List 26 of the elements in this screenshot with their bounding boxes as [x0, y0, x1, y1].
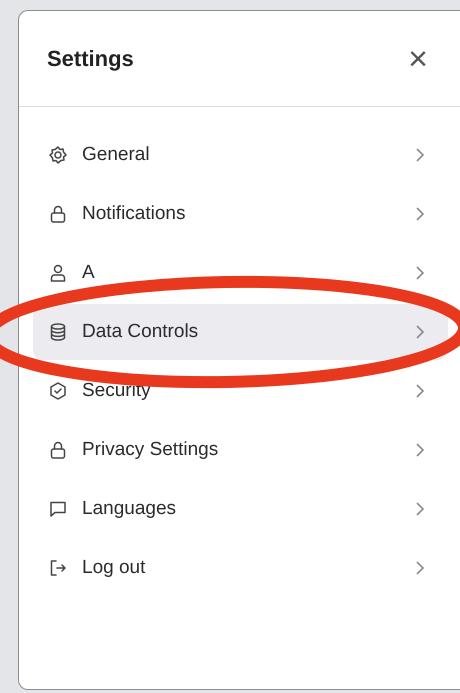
menu-item[interactable]: Security — [33, 363, 448, 419]
gear-icon — [48, 145, 68, 165]
database-icon — [48, 322, 68, 342]
menu-item[interactable]: Privacy Settings — [33, 422, 448, 478]
chevron-right-icon — [414, 323, 426, 341]
chevron-right-icon — [414, 146, 426, 164]
menu-item[interactable]: General — [33, 127, 448, 183]
chevron-right-icon — [414, 205, 426, 223]
menu-item[interactable]: Languages — [33, 481, 448, 537]
chevron-right-icon — [414, 382, 426, 400]
menu-item[interactable]: A — [33, 245, 448, 301]
close-button[interactable]: × — [404, 42, 432, 76]
user-icon — [48, 263, 68, 283]
menu-item[interactable]: Log out — [33, 540, 448, 596]
lock-icon — [48, 204, 68, 224]
chevron-right-icon — [414, 559, 426, 577]
chevron-right-icon — [414, 500, 426, 518]
logout-icon — [48, 558, 68, 578]
chevron-right-icon — [414, 441, 426, 459]
lock-icon — [48, 440, 68, 460]
panel-title: Settings — [47, 46, 135, 72]
menu-item[interactable]: Notifications — [33, 186, 448, 242]
chevron-right-icon — [414, 264, 426, 282]
shield-icon — [48, 381, 68, 401]
chat-icon — [48, 499, 68, 519]
menu-item[interactable]: Data Controls — [33, 304, 448, 360]
